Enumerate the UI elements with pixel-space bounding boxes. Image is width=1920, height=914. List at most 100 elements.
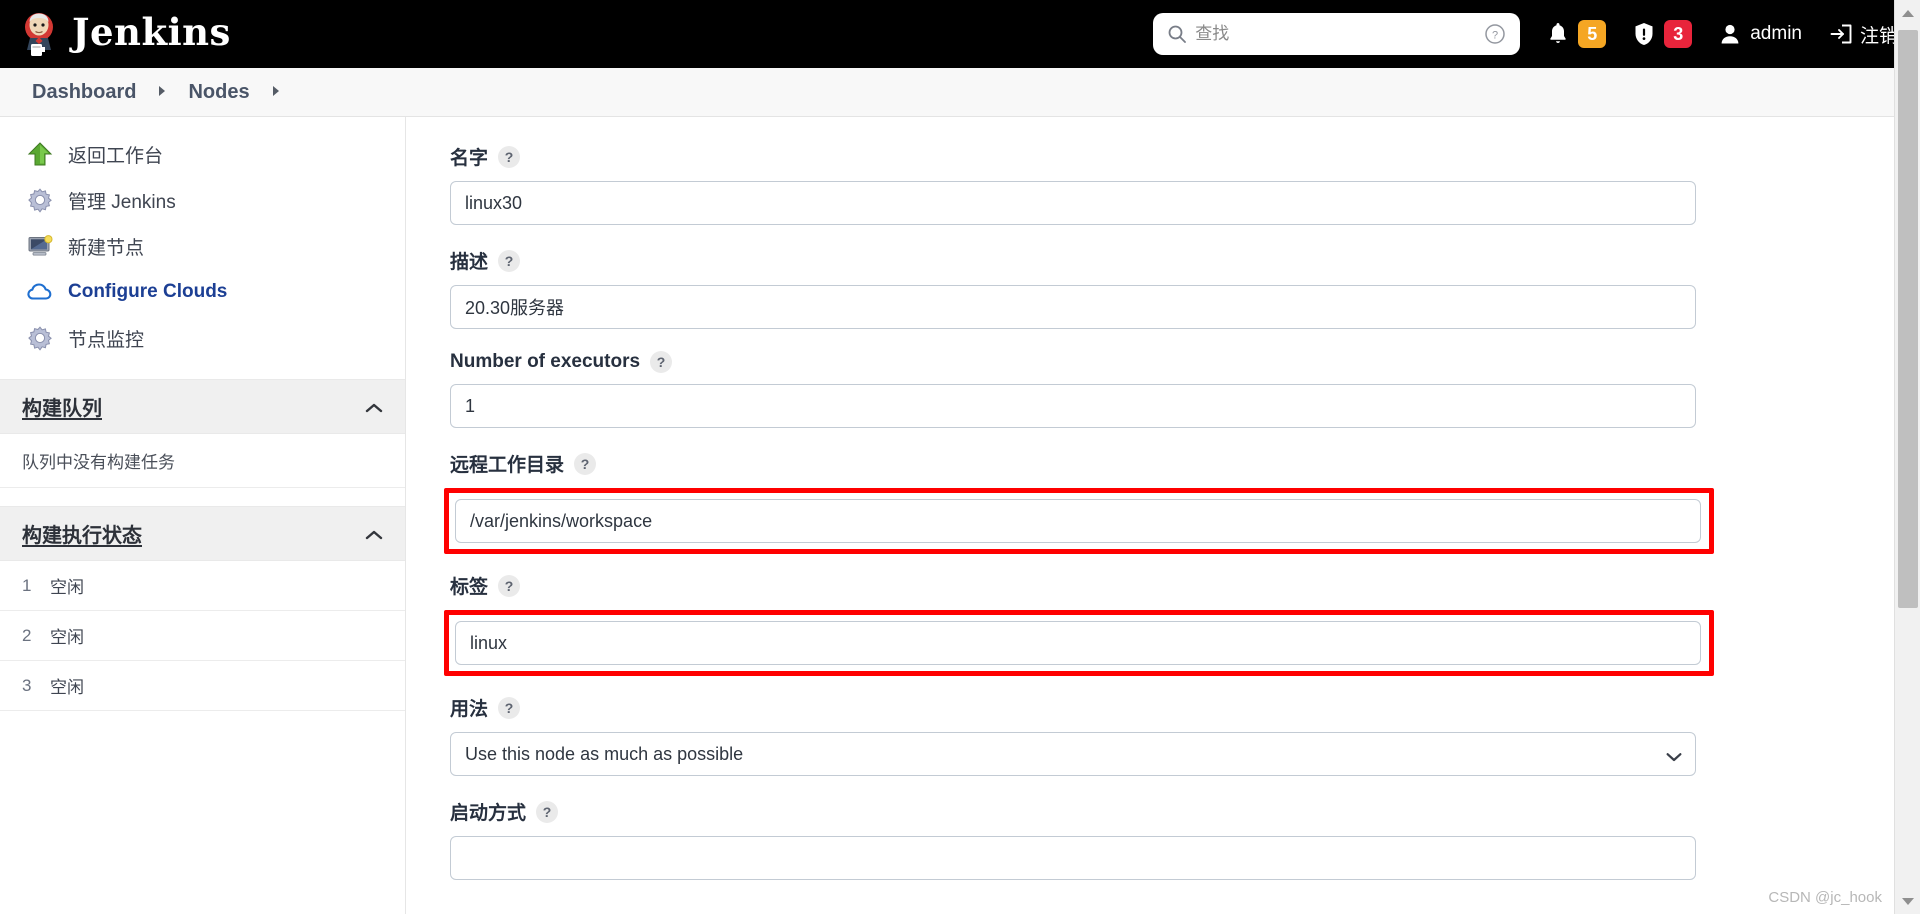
field-labels-group: 标签 ? — [444, 572, 1920, 676]
green-up-arrow-icon — [26, 140, 54, 168]
notification-count-badge: 5 — [1578, 20, 1607, 48]
executor-row[interactable]: 2 空闲 — [0, 611, 405, 661]
help-icon[interactable]: ? — [574, 452, 597, 475]
labels-input[interactable] — [455, 621, 1701, 665]
node-config-form: 名字 ? 描述 ? Number of executors ? — [406, 117, 1920, 914]
sidebar-item-label: Configure Clouds — [68, 281, 228, 302]
name-input[interactable] — [450, 181, 1696, 225]
jenkins-butler-logo — [18, 10, 60, 58]
bell-icon — [1546, 21, 1570, 47]
executor-state: 空闲 — [50, 628, 84, 647]
build-executor-status-title: 构建执行状态 — [22, 525, 142, 547]
notifications-button[interactable]: 5 — [1546, 20, 1607, 48]
chevron-up-icon[interactable] — [365, 528, 383, 540]
page-body: 返回工作台 管理 Jenkins 新建节点 Configure Clouds 节… — [0, 117, 1920, 914]
field-label: 远程工作目录 — [450, 455, 565, 476]
breadcrumb-item-dashboard[interactable]: Dashboard — [22, 79, 146, 106]
brand-title: Jenkins — [72, 10, 231, 54]
build-queue-section: 构建队列 队列中没有构建任务 — [0, 379, 405, 488]
executor-state: 空闲 — [50, 578, 84, 597]
sidebar-item-node-monitoring[interactable]: 节点监控 — [0, 315, 405, 361]
executor-row[interactable]: 3 空闲 — [0, 661, 405, 711]
build-executor-status-section: 构建执行状态 1 空闲 2 空闲 3 空闲 — [0, 506, 405, 711]
sidebar-item-manage-jenkins[interactable]: 管理 Jenkins — [0, 177, 405, 223]
sidebar: 返回工作台 管理 Jenkins 新建节点 Configure Clouds 节… — [0, 117, 406, 914]
executor-number: 2 — [22, 625, 32, 645]
field-usage: 用法 ? — [450, 694, 1920, 776]
jenkins-node-config-page: Jenkins ? — [0, 0, 1920, 914]
logout-button[interactable]: 注销 — [1828, 21, 1898, 48]
launch-method-select[interactable] — [450, 836, 1696, 880]
field-label: Number of executors — [450, 351, 641, 372]
executor-state: 空闲 — [50, 678, 84, 697]
field-label-row: Number of executors ? — [450, 351, 1920, 373]
help-icon[interactable]: ? — [498, 696, 521, 719]
sidebar-item-label: 节点监控 — [68, 329, 145, 351]
field-label: 用法 — [450, 699, 489, 720]
help-icon[interactable]: ? — [498, 574, 521, 597]
field-label-row: 启动方式 ? — [450, 798, 1920, 825]
breadcrumb-separator-icon — [150, 85, 174, 100]
description-input[interactable] — [450, 285, 1696, 329]
help-icon[interactable]: ? — [498, 249, 521, 272]
help-icon[interactable]: ? — [650, 351, 673, 373]
sidebar-item-configure-clouds[interactable]: Configure Clouds — [0, 269, 405, 315]
security-count-badge: 3 — [1664, 20, 1693, 48]
remote-root-directory-input[interactable] — [455, 499, 1701, 543]
breadcrumb-separator-icon-2 — [264, 85, 288, 100]
search-input[interactable] — [1187, 24, 1485, 44]
chevron-up-icon[interactable] — [365, 401, 383, 413]
field-label-row: 远程工作目录 ? — [450, 450, 1920, 477]
gear-icon — [26, 186, 54, 214]
field-label: 标签 — [450, 577, 489, 598]
sidebar-item-back-to-dashboard[interactable]: 返回工作台 — [0, 131, 405, 177]
sidebar-item-label: 管理 Jenkins — [68, 191, 176, 213]
field-number-of-executors: Number of executors ? — [450, 351, 1920, 428]
field-label-row: 用法 ? — [450, 694, 1920, 721]
svg-text:?: ? — [1492, 30, 1498, 42]
field-label-row: 描述 ? — [450, 247, 1920, 274]
sidebar-item-new-node[interactable]: 新建节点 — [0, 223, 405, 269]
build-queue-title: 构建队列 — [22, 398, 102, 420]
field-remote-root-directory-group: 远程工作目录 ? — [444, 450, 1920, 554]
executor-row[interactable]: 1 空闲 — [0, 561, 405, 611]
watermark: CSDN @jc_hook — [1768, 889, 1882, 906]
field-description: 描述 ? — [450, 247, 1920, 329]
cloud-icon — [26, 278, 54, 306]
security-warnings-button[interactable]: 3 — [1632, 20, 1693, 48]
field-label: 启动方式 — [450, 803, 527, 824]
vertical-scrollbar[interactable] — [1894, 0, 1920, 914]
build-executor-status-header[interactable]: 构建执行状态 — [0, 506, 405, 561]
field-name: 名字 ? — [450, 143, 1920, 225]
user-menu-button[interactable]: admin — [1718, 21, 1802, 47]
logout-arrow-icon — [1828, 21, 1852, 47]
jenkins-brand-link[interactable]: Jenkins — [18, 0, 231, 68]
usage-select[interactable] — [450, 732, 1696, 776]
field-label: 描述 — [450, 252, 489, 273]
sidebar-item-label: 返回工作台 — [68, 145, 164, 167]
labels-highlight-box — [444, 610, 1714, 676]
user-name-label: admin — [1750, 23, 1802, 44]
shield-exclamation-icon — [1632, 21, 1656, 47]
breadcrumb-item-nodes[interactable]: Nodes — [178, 79, 259, 106]
scroll-up-arrow-icon[interactable] — [1895, 0, 1920, 26]
scrollbar-thumb[interactable] — [1898, 30, 1918, 608]
help-icon[interactable]: ? — [536, 800, 559, 823]
executor-number: 1 — [22, 575, 32, 595]
question-circle-icon[interactable]: ? — [1484, 23, 1506, 45]
remote-root-directory-highlight-box — [444, 488, 1714, 554]
number-of-executors-input[interactable] — [450, 384, 1696, 428]
executor-number: 3 — [22, 675, 32, 695]
computer-new-icon — [26, 232, 54, 260]
help-icon[interactable]: ? — [498, 145, 521, 168]
launch-method-select-shell — [450, 836, 1696, 880]
gear-icon — [26, 324, 54, 352]
scroll-down-arrow-icon[interactable] — [1895, 888, 1920, 914]
field-label-row: 标签 ? — [450, 572, 1920, 599]
usage-select-shell — [450, 732, 1696, 776]
search-box[interactable]: ? — [1153, 13, 1521, 55]
person-icon — [1718, 21, 1742, 47]
build-queue-header[interactable]: 构建队列 — [0, 379, 405, 434]
field-launch-method: 启动方式 ? — [450, 798, 1920, 880]
field-label: 名字 — [450, 148, 489, 169]
